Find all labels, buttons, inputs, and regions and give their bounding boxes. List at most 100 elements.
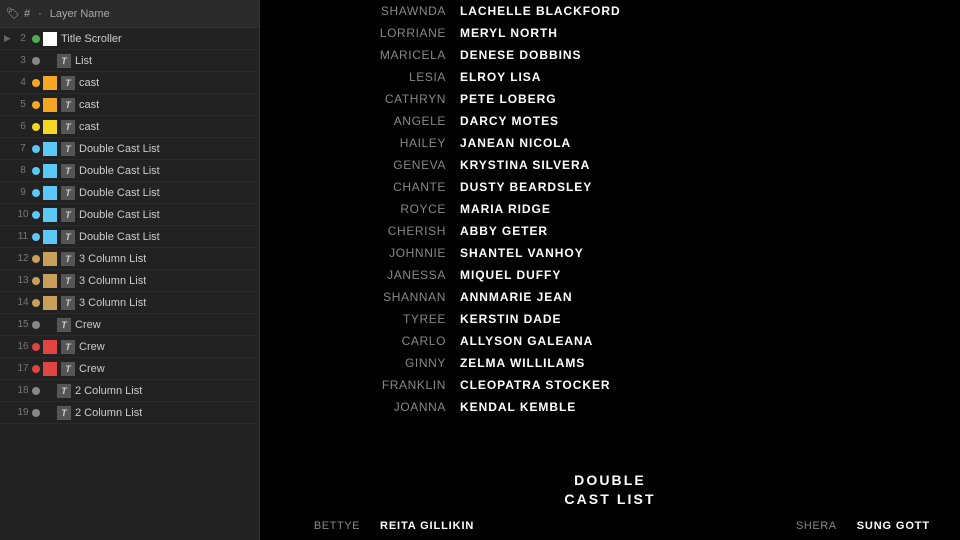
visibility-dot[interactable]: [32, 299, 40, 307]
layer-num: 6: [14, 121, 32, 132]
cast-first-name: ROYCE: [320, 202, 460, 216]
layer-num: 3: [14, 55, 32, 66]
layer-num: 13: [14, 275, 32, 286]
cast-row: CARLOALLYSON GALEANA: [320, 334, 900, 356]
layer-num: 7: [14, 143, 32, 154]
cast-last-name: CLEOPATRA STOCKER: [460, 378, 611, 392]
layer-row[interactable]: 7TDouble Cast List: [0, 138, 259, 160]
cast-last-name: KENDAL KEMBLE: [460, 400, 576, 414]
layer-num: 4: [14, 77, 32, 88]
cast-last-name: ANNMARIE JEAN: [460, 290, 573, 304]
visibility-dot[interactable]: [32, 101, 40, 109]
layer-row[interactable]: 16TCrew: [0, 336, 259, 358]
layer-panel: 🏷 # · Layer Name ▶2Title Scroller3TList4…: [0, 0, 260, 540]
cast-last-name: PETE LOBERG: [460, 92, 557, 106]
layer-row[interactable]: ▶2Title Scroller: [0, 28, 259, 50]
double-last-name: SUNG GOTT: [857, 520, 930, 532]
layer-num: 15: [14, 319, 32, 330]
layer-row[interactable]: 5Tcast: [0, 94, 259, 116]
cast-row: CHERISHABBY GETER: [320, 224, 900, 246]
visibility-dot[interactable]: [32, 233, 40, 241]
layer-label: cast: [79, 121, 99, 133]
expand-icon: ▶: [4, 33, 14, 44]
layer-row[interactable]: 10TDouble Cast List: [0, 204, 259, 226]
cast-first-name: HAILEY: [320, 136, 460, 150]
layer-color-swatch: [43, 32, 57, 46]
layer-color-swatch: [43, 208, 57, 222]
cast-row: ROYCEMARIA RIDGE: [320, 202, 900, 224]
visibility-dot[interactable]: [32, 343, 40, 351]
layer-label: Double Cast List: [79, 231, 160, 243]
cast-row: JOHNNIESHANTEL VANHOY: [320, 246, 900, 268]
layer-label: List: [75, 55, 92, 67]
layer-row[interactable]: 11 T Double Cast List: [0, 226, 259, 248]
layer-row[interactable]: 8TDouble Cast List: [0, 160, 259, 182]
visibility-dot[interactable]: [32, 123, 40, 131]
visibility-dot[interactable]: [32, 409, 40, 417]
layer-color-swatch: [43, 340, 57, 354]
visibility-dot[interactable]: [32, 277, 40, 285]
layer-row[interactable]: 14T3 Column List: [0, 292, 259, 314]
layer-row[interactable]: 18T2 Column List: [0, 380, 259, 402]
layer-type-icon: T: [57, 406, 71, 420]
visibility-dot[interactable]: [32, 255, 40, 263]
layer-color-swatch: [43, 120, 57, 134]
cast-last-name: KRYSTINA SILVERA: [460, 158, 590, 172]
cast-first-name: LESIA: [320, 70, 460, 84]
layer-label: cast: [79, 77, 99, 89]
layer-color-swatch: [43, 76, 57, 90]
visibility-dot[interactable]: [32, 365, 40, 373]
layer-color-swatch: [43, 164, 57, 178]
cast-first-name: GINNY: [320, 356, 460, 370]
visibility-dot[interactable]: [32, 167, 40, 175]
layer-row[interactable]: 4Tcast: [0, 72, 259, 94]
visibility-dot[interactable]: [32, 57, 40, 65]
layer-num: 14: [14, 297, 32, 308]
cast-row: GINNYZELMA WILLILAMS: [320, 356, 900, 378]
visibility-dot[interactable]: [32, 79, 40, 87]
double-cast-row: BETTYEREITA GILLIKIN: [290, 520, 474, 540]
cast-last-name: MERYL NORTH: [460, 26, 558, 40]
cast-first-name: TYREE: [320, 312, 460, 326]
layer-row[interactable]: 15TCrew: [0, 314, 259, 336]
visibility-dot[interactable]: [32, 321, 40, 329]
double-title-line1: DOUBLE: [574, 472, 646, 488]
cast-last-name: ELROY LISA: [460, 70, 541, 84]
layer-num: 16: [14, 341, 32, 352]
layer-row[interactable]: 3TList: [0, 50, 259, 72]
layer-label: Double Cast List: [79, 165, 160, 177]
cast-first-name: JANESSA: [320, 268, 460, 282]
cast-first-name: FRANKLIN: [320, 378, 460, 392]
cast-row: CHANTEDUSTY BEARDSLEY: [320, 180, 900, 202]
layer-label: 3 Column List: [79, 275, 146, 287]
layer-num: 19: [14, 407, 32, 418]
layer-label: 2 Column List: [75, 385, 142, 397]
layer-color-swatch: [43, 98, 57, 112]
visibility-dot[interactable]: [32, 211, 40, 219]
double-cast-section: DOUBLE CAST LIST: [260, 451, 960, 516]
layer-list: ▶2Title Scroller3TList4Tcast5Tcast6Tcast…: [0, 28, 259, 424]
layer-row[interactable]: 12T3 Column List: [0, 248, 259, 270]
layer-type-icon: T: [61, 230, 75, 244]
cast-row: HAILEYJANEAN NICOLA: [320, 136, 900, 158]
cast-last-name: MARIA RIDGE: [460, 202, 551, 216]
layer-color-swatch: [43, 362, 57, 376]
cast-last-name: ZELMA WILLILAMS: [460, 356, 585, 370]
visibility-dot[interactable]: [32, 145, 40, 153]
visibility-dot[interactable]: [32, 35, 40, 43]
layer-row[interactable]: 9TDouble Cast List: [0, 182, 259, 204]
layer-label: Double Cast List: [79, 209, 160, 221]
layer-num: 11: [14, 231, 32, 242]
layer-label: Double Cast List: [79, 143, 160, 155]
visibility-dot[interactable]: [32, 387, 40, 395]
layer-num: 9: [14, 187, 32, 198]
layer-row[interactable]: 17TCrew: [0, 358, 259, 380]
cast-row: CATHRYNPETE LOBERG: [320, 92, 900, 114]
layer-row[interactable]: 13T3 Column List: [0, 270, 259, 292]
visibility-dot[interactable]: [32, 189, 40, 197]
cast-first-name: SHAWNDA: [320, 4, 460, 18]
layer-row[interactable]: 19T2 Column List: [0, 402, 259, 424]
layer-type-icon: T: [61, 98, 75, 112]
layer-row[interactable]: 6Tcast: [0, 116, 259, 138]
layer-color-swatch: [43, 230, 57, 244]
